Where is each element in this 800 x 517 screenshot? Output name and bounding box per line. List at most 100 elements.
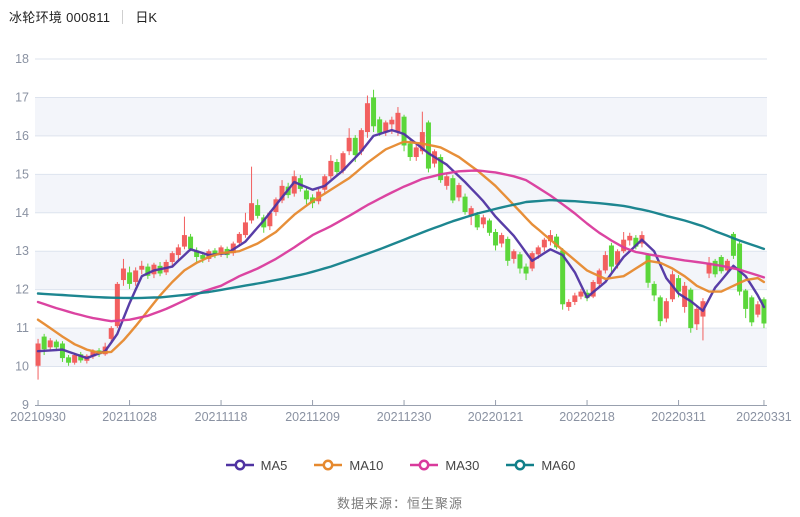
candle-body [139,266,144,270]
x-axis-label: 20211028 [102,410,157,424]
candle-body [463,197,468,212]
ma60-legend-marker-icon [505,459,535,471]
candle-body [719,257,724,271]
legend-label-ma60: MA60 [541,458,575,473]
ma5-line [38,130,764,358]
legend: MA5 MA10 MA30 MA60 [0,452,800,478]
candle-body [133,270,138,282]
ma10-line [38,142,764,353]
x-axis-labels: 20210930 20211028 20211118 20211209 20211230… [10,410,792,424]
legend-label-ma10: MA10 [349,458,383,473]
candle-body [658,297,663,321]
candle-body [578,292,583,297]
legend-item-ma10[interactable]: MA10 [313,458,383,473]
candle-body [603,255,608,270]
candle-body [524,267,529,274]
candle-body [627,236,632,241]
candle-body [304,190,309,199]
candle-body [542,240,547,248]
candle-body [389,120,394,125]
kline-chart-canvas: 9101112131415161718202109302021102820211… [0,0,800,432]
candle-body [42,337,47,350]
candle-body [499,235,504,243]
legend-item-ma5[interactable]: MA5 [225,458,288,473]
candle-body [371,97,376,126]
y-axis-label: 11 [16,321,29,335]
legend-item-ma30[interactable]: MA30 [409,458,479,473]
y-axis-label: 14 [15,206,29,220]
candle-body [182,235,187,247]
candle-body [414,147,419,157]
candle-body [572,295,577,302]
candle-body [54,342,59,348]
candle-body [755,304,760,314]
candle-body [646,255,651,283]
y-axis-label: 17 [15,90,29,104]
candle-body [395,113,400,132]
x-axis-label: 20210930 [10,410,66,424]
candle-body [377,119,382,132]
legend-item-ma60[interactable]: MA60 [505,458,575,473]
x-axis-label: 20220218 [559,410,615,424]
candle-body [694,309,699,324]
candle-body [566,302,571,307]
candle-body [652,284,657,296]
candle-body [72,355,77,363]
y-axis-label: 13 [15,244,29,258]
candle-body [36,343,41,365]
candle-body [450,178,455,200]
candle-body [749,297,754,322]
x-axis [35,400,767,406]
x-axis-label: 20220331 [736,410,792,424]
y-axis-label: 16 [15,129,29,143]
candle-body [505,239,510,261]
candle-body [713,261,718,274]
candle-body [347,138,352,151]
y-axis-label: 15 [15,167,29,181]
candle-body [176,247,181,255]
candle-body [188,237,193,249]
candle-body [444,176,449,186]
kline-chart-area: 9101112131415161718202109302021102820211… [0,0,800,432]
x-axis-label: 20211118 [195,410,248,424]
legend-label-ma30: MA30 [445,458,479,473]
x-axis-label: 20220311 [651,410,706,424]
y-axis-label: 18 [15,52,29,66]
candle-body [365,103,370,132]
candle-body [121,269,126,281]
candle-body [255,205,260,216]
data-source-note: 数据来源：恒生聚源 [0,493,800,512]
y-axis-label: 10 [15,360,29,374]
candle-body [170,253,175,262]
candle-body [536,247,541,254]
candle-body [487,220,492,232]
candle-body [664,301,669,318]
candle-body [511,251,516,259]
candle-body [408,144,413,157]
candle-body [48,340,53,347]
candle-body [249,203,254,220]
candle-body [328,161,333,176]
price-bands [35,97,767,366]
kline-page: 冰轮环境 000811 日K 9101112131415161718202109… [0,0,800,517]
candle-body [334,162,339,172]
legend-label-ma5: MA5 [261,458,288,473]
ma5-legend-marker-icon [225,459,255,471]
candle-body [353,138,358,155]
x-axis-label: 20211209 [285,410,340,424]
y-axis-label: 12 [15,283,29,297]
candle-body [243,222,248,235]
candle-body [456,185,461,197]
y-axis-labels: 9101112131415161718 [15,52,29,412]
candle-body [517,254,522,268]
candle-body [481,217,486,224]
candle-body [66,357,71,362]
candle-body [475,215,480,228]
candle-body [688,290,693,328]
candle-body [493,232,498,245]
x-axis-label: 20220121 [468,410,524,424]
x-axis-label: 20211230 [377,410,432,424]
ma30-legend-marker-icon [409,459,439,471]
candle-body [237,234,242,243]
candle-body [609,245,614,266]
